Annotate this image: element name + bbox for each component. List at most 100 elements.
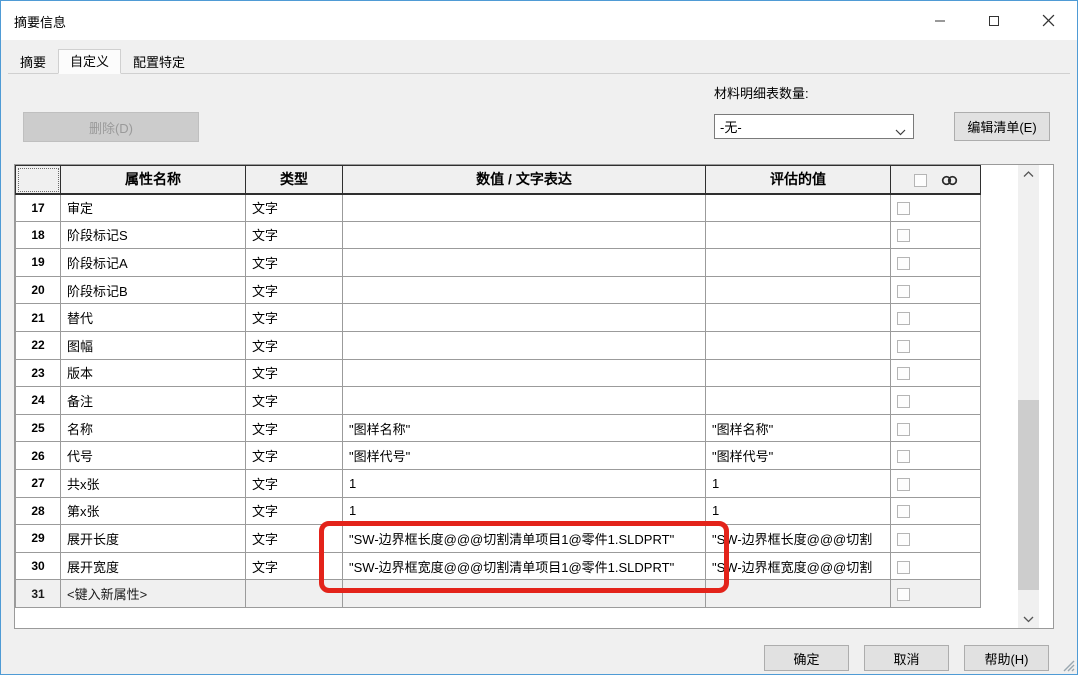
value-expression-cell[interactable] bbox=[343, 387, 706, 415]
link-checkbox[interactable] bbox=[897, 395, 910, 408]
bom-quantity-select[interactable]: -无- bbox=[714, 114, 914, 139]
row-number-cell[interactable]: 29 bbox=[16, 525, 61, 553]
tab-summary[interactable]: 摘要 bbox=[8, 52, 58, 73]
link-checkbox[interactable] bbox=[897, 257, 910, 270]
type-cell[interactable]: 文字 bbox=[246, 194, 343, 222]
type-cell[interactable]: 文字 bbox=[246, 552, 343, 580]
property-name-cell[interactable]: 阶段标记S bbox=[61, 221, 246, 249]
header-link-column[interactable] bbox=[891, 166, 981, 194]
header-checkbox[interactable] bbox=[914, 174, 927, 187]
value-expression-cell[interactable] bbox=[343, 276, 706, 304]
value-expression-cell[interactable] bbox=[343, 304, 706, 332]
row-number-cell[interactable]: 19 bbox=[16, 249, 61, 277]
type-cell[interactable]: 文字 bbox=[246, 442, 343, 470]
minimize-button[interactable] bbox=[913, 1, 967, 40]
link-checkbox[interactable] bbox=[897, 478, 910, 491]
property-name-cell[interactable]: <键入新属性> bbox=[61, 580, 246, 608]
type-cell[interactable] bbox=[246, 580, 343, 608]
link-checkbox[interactable] bbox=[897, 561, 910, 574]
tab-custom[interactable]: 自定义 bbox=[58, 49, 121, 74]
type-cell[interactable]: 文字 bbox=[246, 221, 343, 249]
row-number-cell[interactable]: 20 bbox=[16, 276, 61, 304]
row-number-cell[interactable]: 22 bbox=[16, 331, 61, 359]
row-number-cell[interactable]: 28 bbox=[16, 497, 61, 525]
type-cell[interactable]: 文字 bbox=[246, 276, 343, 304]
type-cell[interactable]: 文字 bbox=[246, 359, 343, 387]
value-expression-cell[interactable]: 1 bbox=[343, 497, 706, 525]
link-checkbox[interactable] bbox=[897, 367, 910, 380]
header-property-name[interactable]: 属性名称 bbox=[61, 166, 246, 194]
value-expression-cell[interactable]: "图样名称" bbox=[343, 414, 706, 442]
property-name-cell[interactable]: 名称 bbox=[61, 414, 246, 442]
delete-button[interactable]: 删除(D) bbox=[23, 112, 199, 142]
value-expression-cell[interactable] bbox=[343, 221, 706, 249]
tab-config-specific[interactable]: 配置特定 bbox=[121, 52, 197, 73]
value-expression-cell[interactable] bbox=[343, 359, 706, 387]
close-button[interactable] bbox=[1021, 1, 1075, 40]
row-number-cell[interactable]: 25 bbox=[16, 414, 61, 442]
value-expression-cell[interactable]: "SW-边界框长度@@@切割清单项目1@零件1.SLDPRT" bbox=[343, 525, 706, 553]
value-expression-cell[interactable]: 1 bbox=[343, 469, 706, 497]
property-name-cell[interactable]: 替代 bbox=[61, 304, 246, 332]
value-expression-cell[interactable]: "图样代号" bbox=[343, 442, 706, 470]
property-name-cell[interactable]: 展开宽度 bbox=[61, 552, 246, 580]
link-checkbox[interactable] bbox=[897, 423, 910, 436]
scroll-up-button[interactable] bbox=[1018, 165, 1039, 183]
type-cell[interactable]: 文字 bbox=[246, 387, 343, 415]
value-expression-cell[interactable] bbox=[343, 580, 706, 608]
header-type[interactable]: 类型 bbox=[246, 166, 343, 194]
table-row: 18 阶段标记S 文字 bbox=[16, 221, 981, 249]
property-name-cell[interactable]: 备注 bbox=[61, 387, 246, 415]
link-checkbox[interactable] bbox=[897, 229, 910, 242]
header-corner-cell[interactable] bbox=[16, 166, 61, 194]
row-number-cell[interactable]: 26 bbox=[16, 442, 61, 470]
header-value-expression[interactable]: 数值 / 文字表达 bbox=[343, 166, 706, 194]
ok-button[interactable]: 确定 bbox=[764, 645, 849, 671]
link-checkbox[interactable] bbox=[897, 505, 910, 518]
property-name-cell[interactable]: 阶段标记B bbox=[61, 276, 246, 304]
value-expression-cell[interactable]: "SW-边界框宽度@@@切割清单项目1@零件1.SLDPRT" bbox=[343, 552, 706, 580]
type-cell[interactable]: 文字 bbox=[246, 304, 343, 332]
header-evaluated-value[interactable]: 评估的值 bbox=[706, 166, 891, 194]
property-name-cell[interactable]: 阶段标记A bbox=[61, 249, 246, 277]
row-number-cell[interactable]: 31 bbox=[16, 580, 61, 608]
help-button[interactable]: 帮助(H) bbox=[964, 645, 1049, 671]
row-number-cell[interactable]: 21 bbox=[16, 304, 61, 332]
row-number-cell[interactable]: 23 bbox=[16, 359, 61, 387]
link-checkbox[interactable] bbox=[897, 202, 910, 215]
value-expression-cell[interactable] bbox=[343, 194, 706, 222]
edit-list-button[interactable]: 编辑清单(E) bbox=[954, 112, 1050, 141]
type-cell[interactable]: 文字 bbox=[246, 249, 343, 277]
vertical-scrollbar[interactable] bbox=[1018, 165, 1039, 628]
row-number-cell[interactable]: 27 bbox=[16, 469, 61, 497]
scrollbar-thumb[interactable] bbox=[1018, 400, 1039, 590]
property-name-cell[interactable]: 图幅 bbox=[61, 331, 246, 359]
row-number-cell[interactable]: 24 bbox=[16, 387, 61, 415]
property-name-cell[interactable]: 代号 bbox=[61, 442, 246, 470]
property-name-cell[interactable]: 展开长度 bbox=[61, 525, 246, 553]
link-checkbox[interactable] bbox=[897, 533, 910, 546]
type-cell[interactable]: 文字 bbox=[246, 331, 343, 359]
link-checkbox[interactable] bbox=[897, 588, 910, 601]
type-cell[interactable]: 文字 bbox=[246, 414, 343, 442]
property-name-cell[interactable]: 审定 bbox=[61, 194, 246, 222]
value-expression-cell[interactable] bbox=[343, 331, 706, 359]
row-number-cell[interactable]: 18 bbox=[16, 221, 61, 249]
link-checkbox[interactable] bbox=[897, 450, 910, 463]
type-cell[interactable]: 文字 bbox=[246, 469, 343, 497]
link-checkbox[interactable] bbox=[897, 285, 910, 298]
scroll-down-button[interactable] bbox=[1018, 610, 1039, 628]
row-number-cell[interactable]: 17 bbox=[16, 194, 61, 222]
cancel-button[interactable]: 取消 bbox=[864, 645, 949, 671]
link-checkbox[interactable] bbox=[897, 340, 910, 353]
property-name-cell[interactable]: 共x张 bbox=[61, 469, 246, 497]
value-expression-cell[interactable] bbox=[343, 249, 706, 277]
type-cell[interactable]: 文字 bbox=[246, 525, 343, 553]
property-name-cell[interactable]: 第x张 bbox=[61, 497, 246, 525]
property-name-cell[interactable]: 版本 bbox=[61, 359, 246, 387]
maximize-button[interactable] bbox=[967, 1, 1021, 40]
type-cell[interactable]: 文字 bbox=[246, 497, 343, 525]
resize-grip[interactable] bbox=[1060, 657, 1075, 672]
row-number-cell[interactable]: 30 bbox=[16, 552, 61, 580]
link-checkbox[interactable] bbox=[897, 312, 910, 325]
